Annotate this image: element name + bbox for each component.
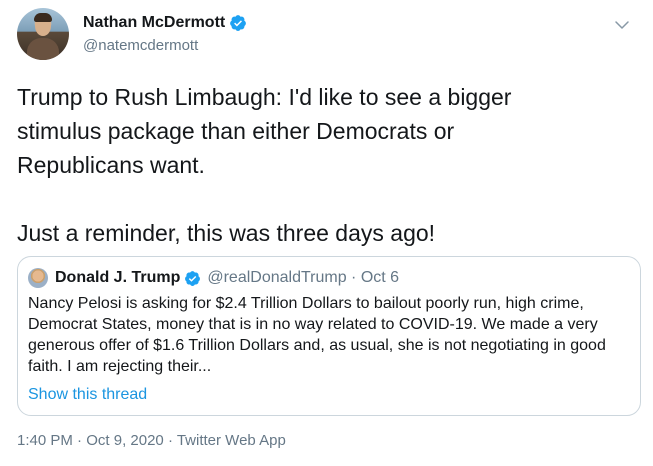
- quoted-author-avatar: [28, 268, 48, 288]
- tweet-source[interactable]: Twitter Web App: [177, 432, 286, 449]
- display-name-row: Nathan McDermott: [83, 12, 247, 34]
- tweet-meta: 1:40 PM · Oct 9, 2020 · Twitter Web App: [17, 432, 286, 449]
- tweet-date[interactable]: Oct 9, 2020: [86, 432, 164, 449]
- meta-separator: ·: [163, 432, 177, 449]
- tweet-card: Nathan McDermott @natemcdermott Trump to…: [0, 0, 653, 466]
- quoted-tweet-text: Nancy Pelosi is asking for $2.4 Trillion…: [28, 295, 606, 375]
- author-names: Nathan McDermott @natemcdermott: [83, 12, 247, 54]
- meta-separator: ·: [72, 432, 87, 449]
- avatar-shoulders: [27, 38, 59, 60]
- verified-badge-icon: [230, 15, 247, 31]
- tweet-time[interactable]: 1:40 PM: [17, 432, 73, 449]
- author-handle[interactable]: @natemcdermott: [83, 37, 247, 54]
- quoted-author-name: Donald J. Trump: [55, 269, 181, 286]
- tweet-text: Trump to Rush Limbaugh: I'd like to see …: [17, 84, 512, 246]
- chevron-down-icon[interactable]: [613, 16, 631, 34]
- quoted-handle-date: @realDonaldTrump · Oct 6: [207, 269, 400, 286]
- quoted-tweet-header: Donald J. Trump @realDonaldTrump · Oct 6: [28, 267, 399, 289]
- tweet-header: Nathan McDermott @natemcdermott: [17, 8, 637, 64]
- avatar-hair: [34, 13, 52, 22]
- quoted-tweet[interactable]: Donald J. Trump @realDonaldTrump · Oct 6…: [17, 256, 641, 416]
- author-display-name[interactable]: Nathan McDermott: [83, 14, 225, 32]
- author-avatar[interactable]: [17, 8, 69, 60]
- show-thread-link[interactable]: Show this thread: [28, 386, 147, 404]
- verified-badge-icon: [185, 270, 201, 286]
